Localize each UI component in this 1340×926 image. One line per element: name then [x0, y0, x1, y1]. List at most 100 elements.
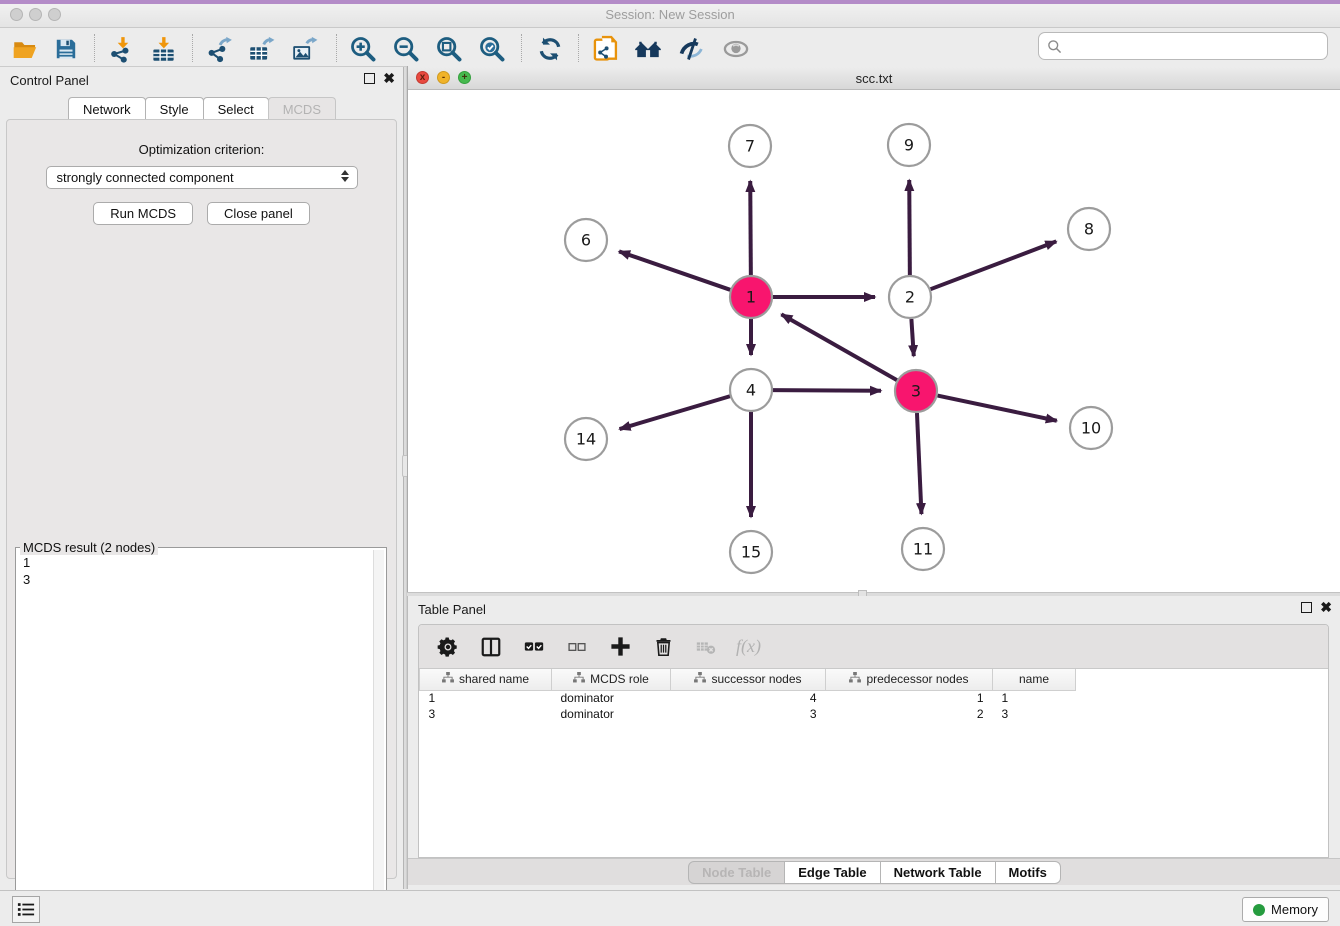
unselect-all-icon[interactable] [564, 634, 590, 660]
float-panel-icon[interactable] [364, 73, 375, 84]
edge-3-11[interactable] [917, 413, 921, 514]
column-header-name[interactable]: name [993, 669, 1076, 690]
import-network-icon[interactable] [106, 34, 136, 64]
graph-node-14[interactable]: 14 [565, 418, 607, 460]
criterion-value: strongly connected component [57, 170, 234, 185]
memory-button[interactable]: Memory [1242, 897, 1329, 922]
svg-text:8: 8 [1084, 220, 1094, 239]
graph-node-2[interactable]: 2 [889, 276, 931, 318]
tab-select[interactable]: Select [203, 97, 269, 121]
node-table[interactable]: shared nameMCDS rolesuccessor nodesprede… [419, 669, 1076, 722]
table-panel-header: Table Panel ✖ [408, 596, 1340, 622]
edge-2-3[interactable] [911, 319, 913, 356]
import-table-icon[interactable] [148, 34, 178, 64]
table-cell[interactable]: 3 [993, 706, 1076, 722]
edge-4-14[interactable] [620, 396, 730, 429]
edge-2-9[interactable] [909, 180, 910, 275]
close-panel-button[interactable]: Close panel [207, 202, 310, 225]
tab-network[interactable]: Network [68, 97, 146, 121]
column-header-MCDS-role[interactable]: MCDS role [552, 669, 671, 690]
refresh-layout-icon[interactable] [535, 34, 565, 64]
zoom-fit-icon[interactable] [434, 34, 464, 64]
table-cell[interactable]: 1 [826, 690, 993, 706]
show-columns-icon[interactable] [478, 634, 504, 660]
window-top-accent [0, 0, 1340, 4]
column-header-shared-name[interactable]: shared name [420, 669, 552, 690]
graph-node-7[interactable]: 7 [729, 125, 771, 167]
edge-1-7[interactable] [750, 181, 751, 275]
graph-node-9[interactable]: 9 [888, 124, 930, 166]
control-panel: Control Panel ✖ NetworkStyleSelectMCDS O… [0, 67, 403, 889]
svg-text:4: 4 [746, 381, 756, 400]
criterion-select[interactable]: strongly connected component [46, 166, 358, 189]
clone-network-icon[interactable] [591, 34, 621, 64]
export-table-icon[interactable] [246, 34, 276, 64]
svg-text:2: 2 [905, 288, 915, 307]
network-window-titlebar[interactable]: x - + scc.txt [408, 66, 1340, 90]
tab-style[interactable]: Style [145, 97, 204, 121]
graph-node-6[interactable]: 6 [565, 219, 607, 261]
graph-node-11[interactable]: 11 [902, 528, 944, 570]
table-cell[interactable]: 4 [671, 690, 826, 706]
close-panel-icon[interactable]: ✖ [1320, 602, 1332, 613]
table-cell[interactable]: 3 [671, 706, 826, 722]
column-header-successor-nodes[interactable]: successor nodes [671, 669, 826, 690]
graph-node-3[interactable]: 3 [895, 370, 937, 412]
global-search[interactable] [1038, 32, 1328, 60]
tab-motifs[interactable]: Motifs [995, 861, 1061, 884]
table-cell[interactable]: 1 [993, 690, 1076, 706]
table-cell[interactable]: dominator [552, 706, 671, 722]
graph-node-8[interactable]: 8 [1068, 208, 1110, 250]
tab-node-table[interactable]: Node Table [688, 861, 785, 884]
edge-1-6[interactable] [619, 251, 730, 289]
graph-node-10[interactable]: 10 [1070, 407, 1112, 449]
memory-status-icon [1253, 904, 1265, 916]
table-cell[interactable]: 1 [420, 690, 552, 706]
tree-sort-icon [694, 672, 706, 686]
column-header-predecessor-nodes[interactable]: predecessor nodes [826, 669, 993, 690]
control-panel-tabs: NetworkStyleSelectMCDS [0, 97, 403, 121]
ndex-logo-icon[interactable] [677, 34, 707, 64]
task-history-button[interactable] [12, 896, 40, 923]
graph-node-15[interactable]: 15 [730, 531, 772, 573]
control-panel-header: Control Panel ✖ [0, 67, 403, 93]
export-image-icon[interactable] [289, 34, 319, 64]
tab-mcds[interactable]: MCDS [268, 97, 336, 121]
table-cell[interactable]: 2 [826, 706, 993, 722]
edge-3-10[interactable] [938, 396, 1057, 421]
graph-node-4[interactable]: 4 [730, 369, 772, 411]
mcds-tab-content: Optimization criterion: strongly connect… [6, 119, 397, 879]
tab-network-table[interactable]: Network Table [880, 861, 996, 884]
select-all-icon[interactable] [521, 634, 547, 660]
search-input[interactable] [1068, 39, 1319, 54]
add-row-icon[interactable] [607, 634, 633, 660]
result-scrollbar[interactable] [373, 550, 384, 926]
zoom-in-icon[interactable] [348, 34, 378, 64]
edge-4-3[interactable] [773, 390, 881, 391]
table-cell[interactable]: dominator [552, 690, 671, 706]
export-network-icon[interactable] [204, 34, 234, 64]
graph-node-1[interactable]: 1 [730, 276, 772, 318]
close-panel-icon[interactable]: ✖ [383, 73, 395, 84]
zoom-selected-icon[interactable] [477, 34, 507, 64]
run-mcds-button[interactable]: Run MCDS [93, 202, 193, 225]
table-row[interactable]: 1dominator411 [420, 690, 1076, 706]
zoom-out-icon[interactable] [391, 34, 421, 64]
table-cell[interactable]: 3 [420, 706, 552, 722]
tab-edge-table[interactable]: Edge Table [784, 861, 880, 884]
open-file-icon[interactable] [10, 34, 40, 64]
app-title: Session: New Session [0, 7, 1340, 22]
edge-3-1[interactable] [781, 314, 896, 380]
ndex-home-icon[interactable] [633, 34, 663, 64]
table-row[interactable]: 3dominator323 [420, 706, 1076, 722]
network-graph[interactable]: 1 2 3 4 6 7 8 9 10 11 14 15 [408, 90, 1339, 592]
edge-2-8[interactable] [931, 241, 1057, 289]
table-options-icon[interactable] [435, 634, 461, 660]
main-toolbar [0, 28, 1340, 67]
float-panel-icon[interactable] [1301, 602, 1312, 613]
network-canvas[interactable]: 1 2 3 4 6 7 8 9 10 11 14 15 [408, 90, 1340, 592]
save-session-icon[interactable] [51, 34, 81, 64]
toolbar-separator [578, 34, 579, 62]
delete-row-icon[interactable] [650, 634, 676, 660]
mcds-result-text[interactable]: 1 3 [19, 554, 371, 925]
